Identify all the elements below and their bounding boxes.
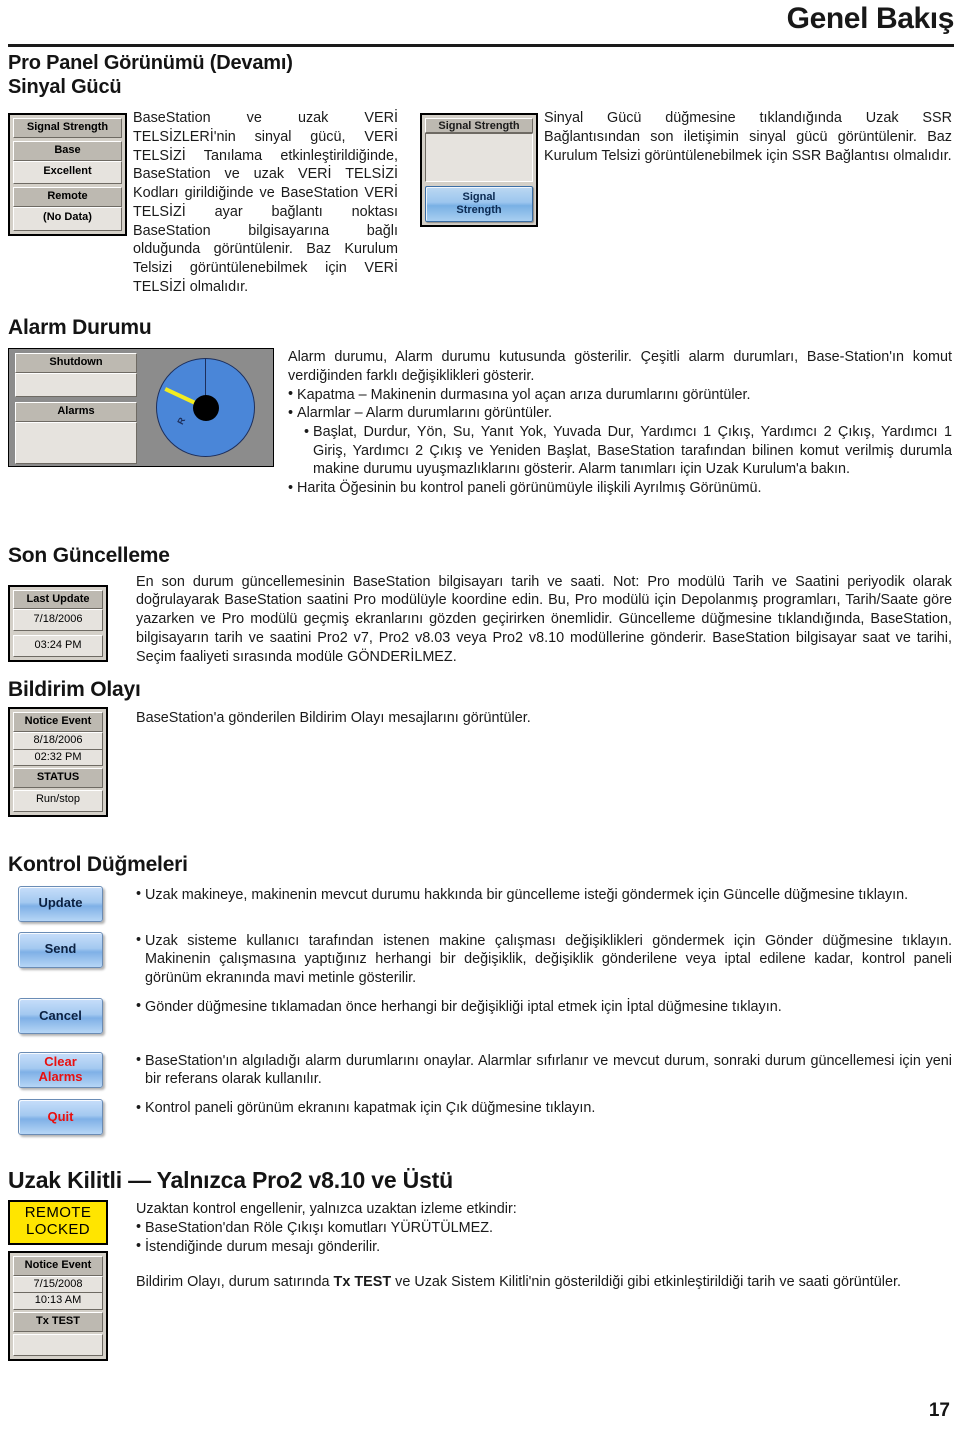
update-description: Uzak makineye, makinenin mevcut durumu h… <box>136 885 952 905</box>
shutdown-value <box>15 372 137 397</box>
remote-locked-footer-part1: Bildirim Olayı, durum satırında <box>136 1274 334 1291</box>
notice-event-section: Notice Event 8/18/2006 02:32 PM STATUS R… <box>8 707 952 817</box>
heading-notice-event: Bildirim Olayı <box>8 678 141 702</box>
alarm-bullet-1: Kapatma – Makinenin durmasına yol açan a… <box>288 385 952 405</box>
clear-alarms-button-label-line1: Clear <box>44 1054 77 1070</box>
control-row-quit: Quit Kontrol paneli görünüm ekranını kap… <box>8 1099 952 1136</box>
remote-locked-footer: Bildirim Olayı, durum satırında Tx TEST … <box>136 1273 952 1292</box>
alarm-status-section: Shutdown Alarms R Alarm durumu, Alarm du… <box>8 348 952 498</box>
notice-event-date: 8/18/2006 <box>13 731 103 750</box>
remote-locked-bullet-1: BaseStation'dan Röle Çıkışı komutları YÜ… <box>136 1218 952 1238</box>
remote-locked-footer-bold: Tx TEST <box>333 1274 392 1291</box>
alarm-status-text-block: Alarm durumu, Alarm durumu kutusunda gös… <box>288 348 952 498</box>
quit-description: Kontrol paneli görünüm ekranını kapatmak… <box>136 1099 952 1118</box>
alarms-value <box>15 421 137 464</box>
remote-locked-badge: REMOTE LOCKED <box>8 1200 108 1245</box>
heading-signal-strength: Sinyal Gücü <box>8 75 122 98</box>
last-update-text: En son durum güncellemesinin BaseStation… <box>136 573 952 665</box>
remote-notice-event-title: Notice Event <box>13 1255 103 1276</box>
alarm-bullet-2: Alarmlar – Alarm durumlarını görüntüler. <box>288 404 952 423</box>
page-content: Pro Panel Görünümü (Devamı) Sinyal Gücü … <box>0 52 960 1361</box>
alarm-status-widget[interactable]: Shutdown Alarms R <box>8 348 274 468</box>
control-row-send: Send Uzak sisteme kullanıcı tarafından i… <box>8 931 952 988</box>
clear-alarms-button[interactable]: Clear Alarms <box>18 1051 103 1088</box>
remote-notice-event-status: Tx TEST <box>13 1312 103 1332</box>
send-description: Uzak sisteme kullanıcı tarafından istene… <box>136 931 952 988</box>
heading-remote-locked: Uzak Kilitli — Yalnızca Pro2 v8.10 ve Üs… <box>8 1167 453 1194</box>
control-row-clear-alarms: Clear Alarms BaseStation'ın algıladığı a… <box>8 1051 952 1089</box>
remote-notice-event-blank <box>13 1333 103 1356</box>
cancel-button-label: Cancel <box>39 1007 82 1023</box>
notice-event-status-value: Run/stop <box>13 790 103 812</box>
alarm-bullet-3: Harita Öğesinin bu kontrol paneli görünü… <box>288 479 952 498</box>
signal-strength-widget[interactable]: Signal Strength Base Excellent Remote (N… <box>8 113 127 236</box>
send-button-label: Send <box>44 941 77 957</box>
cancel-button[interactable]: Cancel <box>18 997 103 1034</box>
clear-alarms-description: BaseStation'ın algıladığı alarm durumlar… <box>136 1051 952 1089</box>
page-header: Genel Bakış <box>0 0 960 52</box>
gauge-marker-label: R <box>175 415 188 427</box>
heading-control-buttons: Kontrol Düğmeleri <box>8 852 188 876</box>
quit-button-label: Quit <box>47 1108 74 1124</box>
update-button-label: Update <box>38 895 83 911</box>
remote-notice-event-time: 10:13 AM <box>13 1293 103 1311</box>
remote-notice-event-widget[interactable]: Notice Event 7/15/2008 10:13 AM Tx TEST <box>8 1250 108 1361</box>
remote-locked-section: REMOTE LOCKED Notice Event 7/15/2008 10:… <box>8 1200 952 1361</box>
signal-strength-widget-title: Signal Strength <box>13 118 122 138</box>
control-row-update: Update Uzak makineye, makinenin mevcut d… <box>8 885 952 922</box>
notice-event-text: BaseStation'a gönderilen Bildirim Olayı … <box>136 710 531 727</box>
signal-strength-button[interactable]: Signal Strength <box>425 186 533 223</box>
gauge-hub-icon <box>192 394 219 421</box>
remote-locked-text-block: Uzaktan kontrol engellenir, yalnızca uza… <box>136 1200 952 1292</box>
page-number: 17 <box>928 1400 950 1421</box>
send-button[interactable]: Send <box>18 931 103 968</box>
remote-label: Remote <box>13 187 122 208</box>
heading-pro-panel: Pro Panel Görünümü (Devamı) <box>8 52 293 74</box>
heading-alarm-status: Alarm Durumu <box>8 316 152 340</box>
alarm-sub-bullet: Başlat, Durdur, Yön, Su, Yanıt Yok, Yuva… <box>304 423 952 479</box>
remote-locked-footer-part2: ve Uzak Sistem Kilitli'nin gösterildiği … <box>391 1274 901 1291</box>
signal-strength-section: Signal Strength Base Excellent Remote (N… <box>8 107 952 296</box>
notice-event-widget[interactable]: Notice Event 8/18/2006 02:32 PM STATUS R… <box>8 707 108 817</box>
clear-alarms-button-label-line2: Alarms <box>38 1068 83 1084</box>
header-divider <box>8 44 954 47</box>
notice-event-status-label: STATUS <box>13 768 103 789</box>
base-label: Base <box>13 140 122 161</box>
alarms-label: Alarms <box>15 401 137 422</box>
quit-button[interactable]: Quit <box>18 1099 103 1136</box>
last-update-title: Last Update <box>13 589 103 610</box>
base-value: Excellent <box>13 160 122 185</box>
heading-last-update: Son Güncelleme <box>8 543 170 567</box>
remote-locked-badge-line2: LOCKED <box>25 1221 91 1239</box>
alarm-gauge: R <box>156 358 255 458</box>
signal-strength-right-text: Sinyal Gücü düğmesine tıklandığında Uzak… <box>544 110 952 164</box>
page-title: Genel Bakış <box>786 2 955 35</box>
remote-locked-spacer <box>136 1256 952 1273</box>
signal-strength-button-label-line2: Strength <box>456 204 502 217</box>
signal-strength-left-text: BaseStation ve uzak VERİ TELSİZLERİ'nin … <box>133 110 398 295</box>
signal-strength-button-widget[interactable]: Signal Strength Signal Strength <box>420 113 538 228</box>
last-update-section: Last Update 7/18/2006 03:24 PM En son du… <box>8 573 952 667</box>
remote-locked-intro: Uzaktan kontrol engellenir, yalnızca uza… <box>136 1201 517 1218</box>
alarm-gauge-area: R <box>142 349 273 467</box>
signal-strength-graph-panel <box>425 133 533 183</box>
remote-locked-badge-line1: REMOTE <box>24 1204 92 1222</box>
notice-event-time: 02:32 PM <box>13 749 103 767</box>
signal-strength-button-label-line1: Signal <box>462 191 496 204</box>
remote-locked-bullet-2: İstendiğinde durum mesajı gönderilir. <box>136 1237 952 1257</box>
signal-strength-button-widget-title: Signal Strength <box>425 118 533 134</box>
alarm-status-intro: Alarm durumu, Alarm durumu kutusunda gös… <box>288 349 952 384</box>
last-update-widget[interactable]: Last Update 7/18/2006 03:24 PM <box>8 584 108 662</box>
control-row-cancel: Cancel Gönder düğmesine tıklamadan önce … <box>8 997 952 1034</box>
shutdown-label: Shutdown <box>15 353 137 373</box>
notice-event-title: Notice Event <box>13 712 103 732</box>
last-update-time: 03:24 PM <box>13 635 103 657</box>
cancel-description: Gönder düğmesine tıklamadan önce herhang… <box>136 997 952 1017</box>
update-button[interactable]: Update <box>18 885 103 922</box>
remote-notice-event-date: 7/15/2008 <box>13 1275 103 1294</box>
last-update-date: 7/18/2006 <box>13 609 103 632</box>
remote-value: (No Data) <box>13 207 122 231</box>
